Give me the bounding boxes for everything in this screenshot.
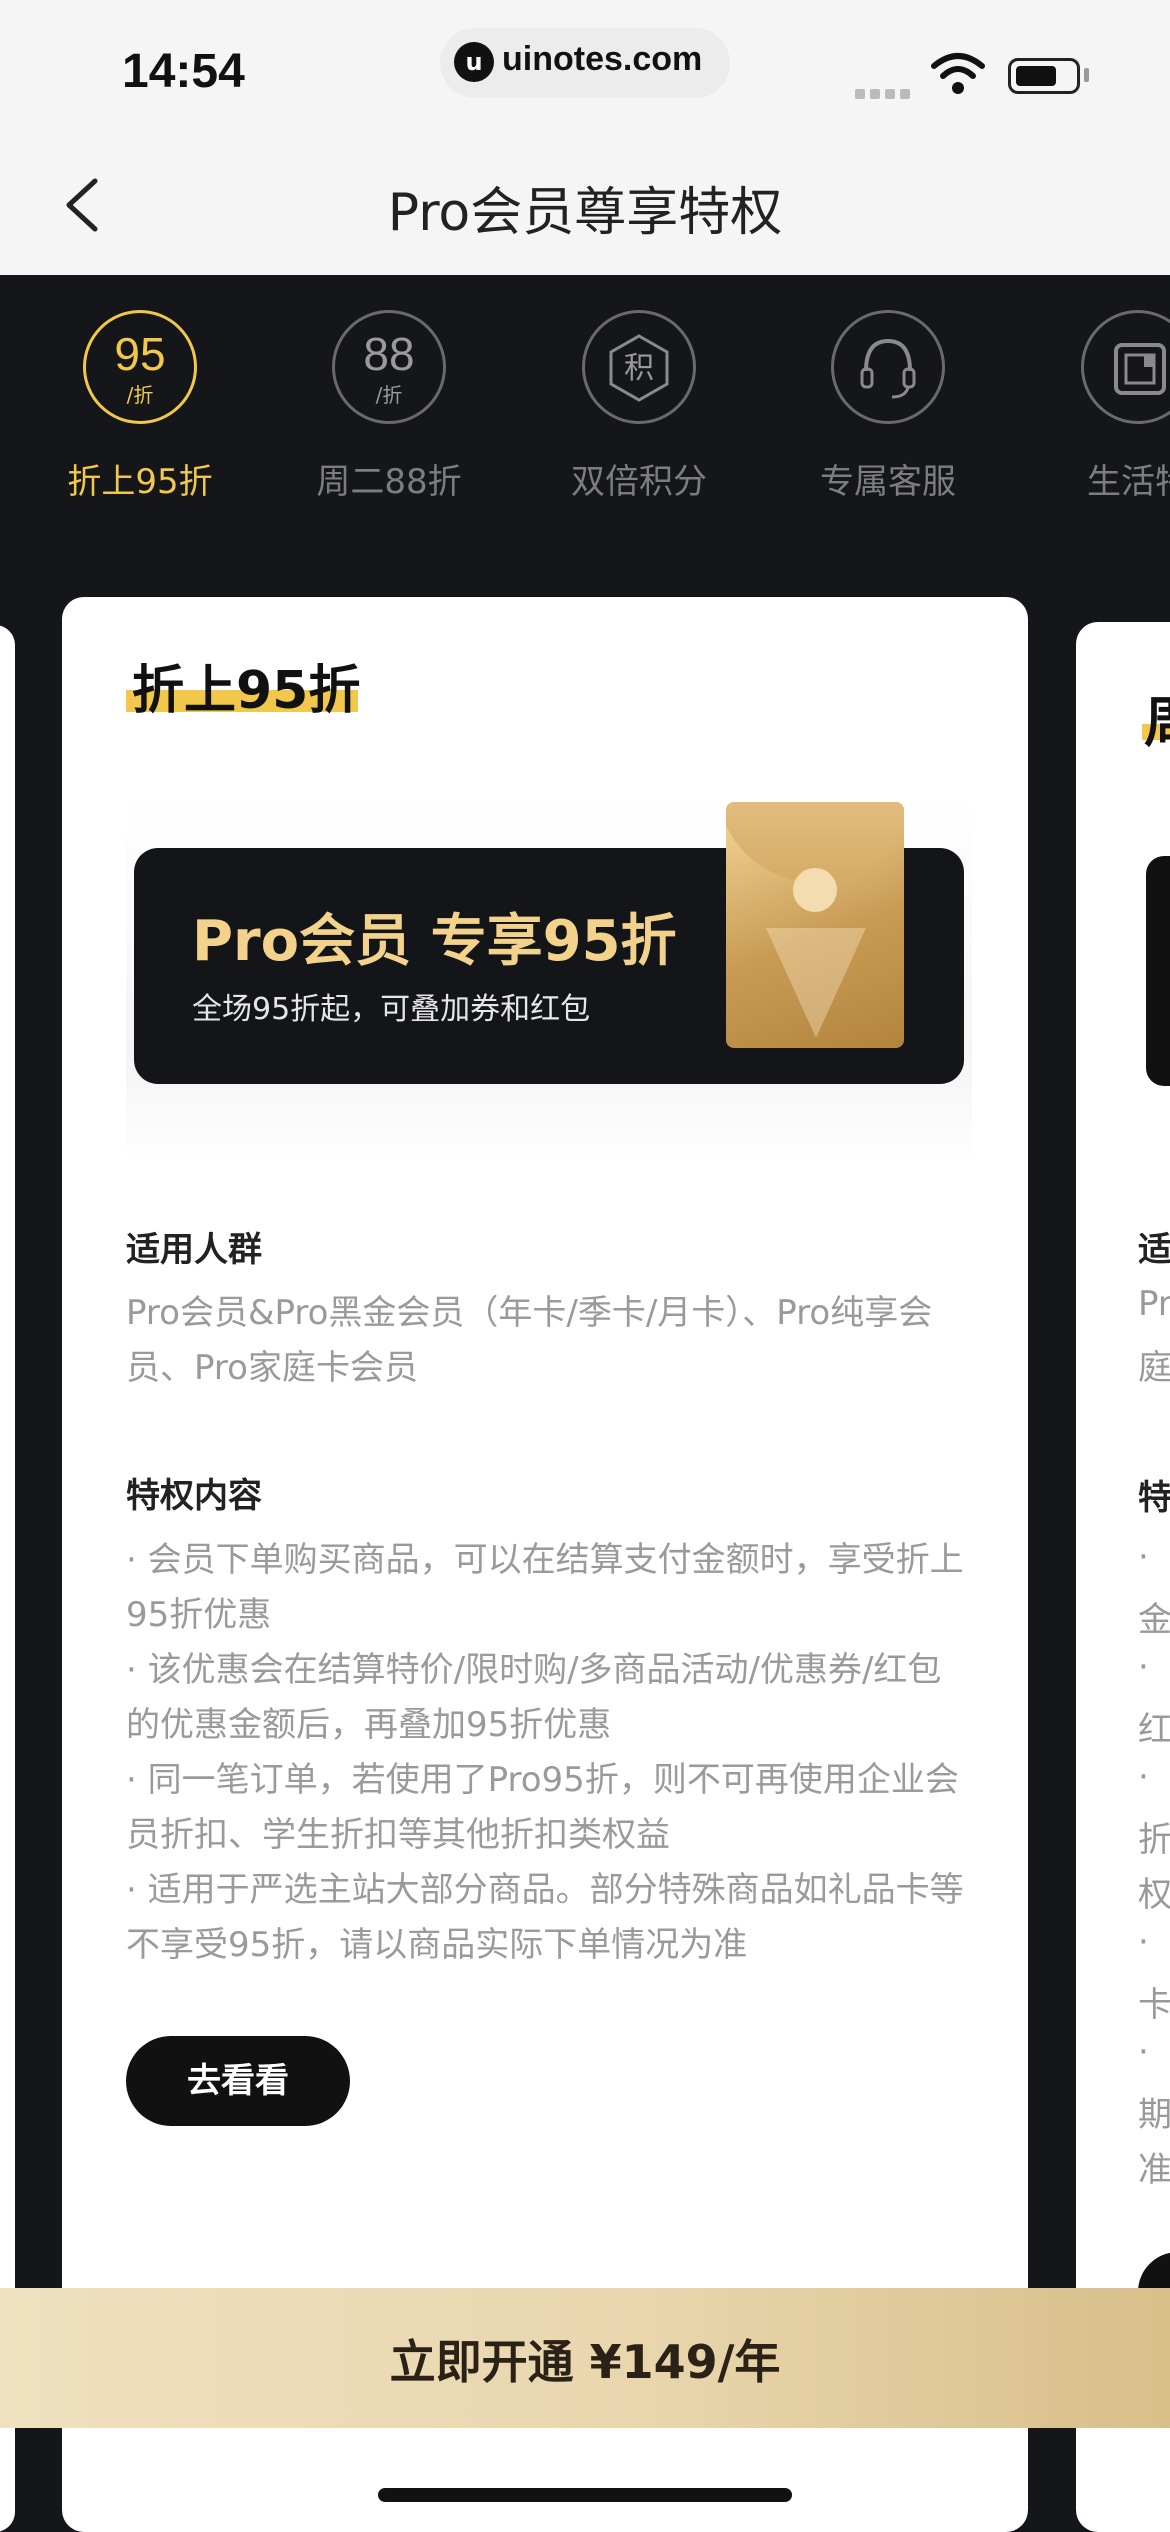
content-item: · 会员下单购买商品，可以在结算支付金额时，享受折上95折优惠 [126,1540,964,1635]
next-card-text: 红 [1138,1710,1170,1750]
tab-double-points[interactable]: 积 双倍积分 [529,310,749,503]
next-card-text: · [1138,1757,1149,1797]
next-card-text: · [1138,1647,1149,1687]
content-item: · 同一笔订单，若使用了Pro95折，则不可再使用企业会员折扣、学生折扣等其他折… [126,1760,959,1855]
next-card-text: 期 [1138,2095,1170,2135]
content-list: · 会员下单购买商品，可以在结算支付金额时，享受折上95折优惠 · 该优惠会在结… [126,1533,972,1973]
banner-title: Pro会员 专享95折 [192,909,677,974]
life-icon [1081,310,1170,424]
status-time: 14:54 [122,45,245,98]
next-card-banner [1146,856,1170,1086]
tab-customer-service[interactable]: 专属客服 [778,310,998,503]
next-card-text: 卡 [1138,1985,1170,2025]
next-card-title: 周 [1144,678,1170,757]
card-title: 折上95折 [132,661,361,721]
discount-88-icon: 88 /折 [332,310,446,424]
tab-discount-95[interactable]: 95 /折 折上95折 [30,310,250,503]
go-see-button[interactable]: 去看看 [126,2036,350,2126]
next-card-text: 准 [1138,2150,1170,2190]
site-logo-icon: u [454,42,494,82]
tab-label: 生活特 [1087,462,1170,502]
page-title: Pro会员尊享特权 [387,183,783,243]
audience-heading: 适用人群 [126,1230,262,1270]
tab-icon-number: 95 [114,328,166,380]
content-item: · 该优惠会在结算特价/限时购/多商品活动/优惠券/红包的优惠金额后，再叠加95… [126,1650,942,1745]
discount-95-icon: 95 /折 [83,310,197,424]
next-card-text: 金 [1138,1600,1170,1640]
headset-icon [831,310,945,424]
tab-icon-number: 88 [363,328,415,380]
content-item: · 适用于严选主站大部分商品。部分特殊商品如礼品卡等不享受95折，请以商品实际下… [126,1870,964,1965]
audience-text: Pro会员&Pro黑金会员（年卡/季卡/月卡）、Pro纯享会员、Pro家庭卡会员 [126,1293,933,1388]
tab-label: 专属客服 [820,462,956,502]
subscribe-button-label[interactable]: 立即开通 ¥149/年 [0,2326,1170,2392]
next-card-text: · [1138,2032,1149,2072]
next-card[interactable]: 周 适 Pr 庭 特 · 金 · 红 · 折 权 · 卡 · 期 准 [1076,622,1170,2532]
tab-icon-sub: /折 [375,383,403,407]
tab-label: 双倍积分 [571,462,707,502]
url-text[interactable]: uinotes.com [502,40,702,79]
tab-label: 折上95折 [67,462,213,502]
tab-icon-number: 积 [624,352,654,385]
content-heading: 特权内容 [126,1476,262,1516]
next-card-text: 庭 [1138,1348,1170,1388]
next-card-heading: 特 [1138,1478,1170,1518]
next-card-text: · [1138,1922,1149,1962]
tab-label: 周二88折 [316,462,462,502]
previous-card[interactable] [0,625,15,2532]
next-card-text: · [1138,1537,1149,1577]
wifi-icon [931,53,985,94]
next-card-text: Pr [1138,1284,1170,1324]
tab-tuesday-88[interactable]: 88 /折 周二88折 [279,310,499,503]
tab-life-privileges[interactable]: 生活特 [1028,310,1170,503]
tab-icon-sub: /折 [126,383,154,407]
home-indicator [378,2488,792,2502]
red-envelope-icon [726,802,904,1048]
next-card-text: 权 [1138,1875,1170,1915]
next-card-heading: 适 [1138,1230,1170,1270]
battery-tip [1084,68,1089,82]
battery-icon [1008,58,1080,94]
signal-icon [855,84,915,103]
banner-subtitle: 全场95折起，可叠加券和红包 [192,992,591,1027]
next-card-text: 折 [1138,1820,1170,1860]
points-icon: 积 [582,310,696,424]
